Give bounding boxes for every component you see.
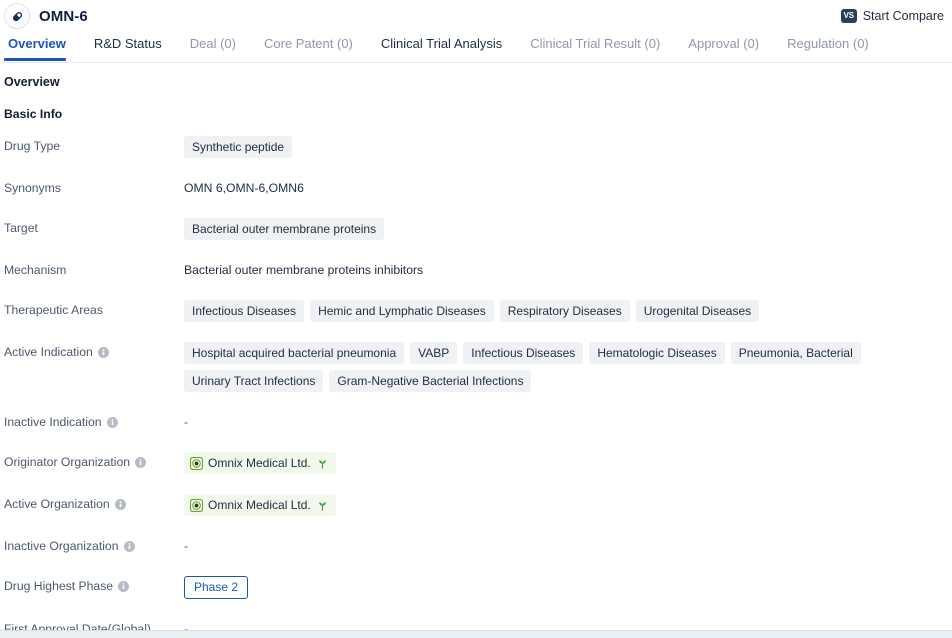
organization-name: Omnix Medical Ltd. [208, 498, 311, 512]
drug-identity: OMN-6 [4, 3, 88, 29]
sprout-icon [318, 501, 326, 511]
tab-approval[interactable]: Approval (0) [674, 32, 773, 60]
field-label-text: Inactive Indication [4, 415, 102, 429]
vs-icon: VS [840, 9, 857, 23]
field-row-inactive-organization: Inactive Organization - [0, 536, 952, 556]
field-row-mechanism: Mechanism Bacterial outer membrane prote… [0, 260, 952, 280]
field-label-text: Therapeutic Areas [4, 303, 103, 317]
start-compare-label: Start Compare [862, 9, 944, 23]
overview-panel: Overview Basic Info Drug Type Synthetic … [0, 63, 952, 638]
field-label-therapeutic-areas: Therapeutic Areas [4, 300, 184, 319]
tag-item[interactable]: Bacterial outer membrane proteins [184, 218, 385, 240]
organization-name: Omnix Medical Ltd. [208, 456, 311, 470]
bottom-scroll-bar[interactable] [0, 630, 952, 638]
field-row-drug-highest-phase: Drug Highest Phase Phase 2 [0, 576, 952, 599]
field-value-active-indication: Hospital acquired bacterial pneumonia VA… [184, 342, 952, 392]
organization-chip[interactable]: Omnix Medical Ltd. [184, 494, 336, 516]
field-label-drug-highest-phase: Drug Highest Phase [4, 576, 184, 595]
tag-item[interactable]: Urogenital Diseases [635, 300, 760, 322]
tag-item[interactable]: Hospital acquired bacterial pneumonia [184, 342, 405, 364]
tag-item[interactable]: Gram-Negative Bacterial Infections [329, 370, 532, 392]
status-badge[interactable]: Phase 2 [184, 576, 249, 599]
capsule-icon [4, 3, 30, 29]
tag-item[interactable]: Pneumonia, Bacterial [730, 342, 861, 364]
field-value-inactive-organization: - [184, 536, 952, 556]
field-label-text: Target [4, 221, 38, 235]
section-title-overview: Overview [4, 75, 60, 89]
synonyms-text: OMN 6,OMN-6,OMN6 [184, 181, 304, 195]
field-row-synonyms: Synonyms OMN 6,OMN-6,OMN6 [0, 178, 952, 198]
organization-chip[interactable]: Omnix Medical Ltd. [184, 452, 336, 474]
field-row-originator-organization: Originator Organization Omnix Medical Lt… [0, 452, 952, 474]
page-title: OMN-6 [39, 7, 88, 25]
start-compare-button[interactable]: VS Start Compare [839, 7, 946, 25]
field-value-therapeutic-areas: Infectious Diseases Hemic and Lymphatic … [184, 300, 952, 322]
field-row-active-organization: Active Organization Omnix Medical Ltd. [0, 494, 952, 516]
field-label-text: Inactive Organization [4, 539, 119, 553]
field-label-target: Target [4, 218, 184, 237]
info-icon[interactable] [123, 541, 135, 552]
field-value-drug-highest-phase: Phase 2 [184, 576, 952, 599]
field-label-text: Originator Organization [4, 455, 130, 469]
field-label-active-organization: Active Organization [4, 494, 184, 513]
tag-item[interactable]: Synthetic peptide [184, 136, 293, 158]
page-header: OMN-6 VS Start Compare [0, 0, 952, 32]
tag-item[interactable]: Hematologic Diseases [589, 342, 725, 364]
tag-item[interactable]: Infectious Diseases [184, 300, 305, 322]
field-label-text: Mechanism [4, 263, 67, 277]
tab-overview[interactable]: Overview [4, 32, 80, 61]
tab-bar: Overview R&D Status Deal (0) Core Patent… [0, 32, 952, 63]
field-label-inactive-indication: Inactive Indication [4, 412, 184, 431]
field-value-drug-type: Synthetic peptide [184, 136, 952, 158]
header-actions: VS Start Compare [839, 7, 946, 25]
organization-icon [190, 498, 203, 512]
field-label-text: Synonyms [4, 181, 61, 195]
field-label-text: Drug Type [4, 139, 61, 153]
field-row-target: Target Bacterial outer membrane proteins [0, 218, 952, 240]
field-label-text: Drug Highest Phase [4, 579, 114, 593]
field-label-mechanism: Mechanism [4, 260, 184, 279]
tag-item[interactable]: Hemic and Lymphatic Diseases [310, 300, 494, 322]
tab-clinical-trial-result[interactable]: Clinical Trial Result (0) [516, 32, 674, 60]
mechanism-text: Bacterial outer membrane proteins inhibi… [184, 263, 424, 277]
organization-icon [190, 456, 203, 470]
field-value-originator-organization: Omnix Medical Ltd. [184, 452, 952, 474]
field-label-synonyms: Synonyms [4, 178, 184, 197]
tab-rd-status[interactable]: R&D Status [80, 32, 176, 60]
tag-item[interactable]: Respiratory Diseases [499, 300, 630, 322]
info-icon[interactable] [114, 499, 126, 510]
field-row-therapeutic-areas: Therapeutic Areas Infectious Diseases He… [0, 300, 952, 322]
empty-value: - [184, 539, 189, 553]
field-row-active-indication: Active Indication Hospital acquired bact… [0, 342, 952, 392]
info-icon[interactable] [118, 581, 130, 592]
info-icon[interactable] [135, 457, 146, 468]
tag-item[interactable]: VABP [410, 342, 458, 364]
drug-detail-page: OMN-6 VS Start Compare Overview R&D Stat… [0, 0, 952, 638]
tag-item[interactable]: Infectious Diseases [463, 342, 584, 364]
field-value-mechanism: Bacterial outer membrane proteins inhibi… [184, 260, 952, 280]
field-value-synonyms: OMN 6,OMN-6,OMN6 [184, 178, 952, 198]
tab-deal[interactable]: Deal (0) [176, 32, 250, 60]
tab-clinical-trial-analysis[interactable]: Clinical Trial Analysis [367, 32, 516, 60]
empty-value: - [184, 415, 189, 429]
tab-regulation[interactable]: Regulation (0) [773, 32, 883, 60]
field-label-text: Active Organization [4, 497, 110, 511]
field-row-drug-type: Drug Type Synthetic peptide [0, 136, 952, 158]
tag-item[interactable]: Urinary Tract Infections [184, 370, 324, 392]
subsection-title-basic-info: Basic Info [4, 107, 63, 121]
field-label-drug-type: Drug Type [4, 136, 184, 155]
field-value-active-organization: Omnix Medical Ltd. [184, 494, 952, 516]
field-value-inactive-indication: - [184, 412, 952, 432]
field-value-target: Bacterial outer membrane proteins [184, 218, 952, 240]
field-row-inactive-indication: Inactive Indication - [0, 412, 952, 432]
field-label-active-indication: Active Indication [4, 342, 184, 361]
info-icon[interactable] [106, 417, 118, 428]
tab-core-patent[interactable]: Core Patent (0) [250, 32, 367, 60]
field-label-inactive-organization: Inactive Organization [4, 536, 184, 555]
sprout-icon [318, 459, 326, 469]
info-icon[interactable] [97, 347, 109, 358]
field-label-originator-organization: Originator Organization [4, 452, 184, 471]
field-label-text: Active Indication [4, 345, 93, 359]
